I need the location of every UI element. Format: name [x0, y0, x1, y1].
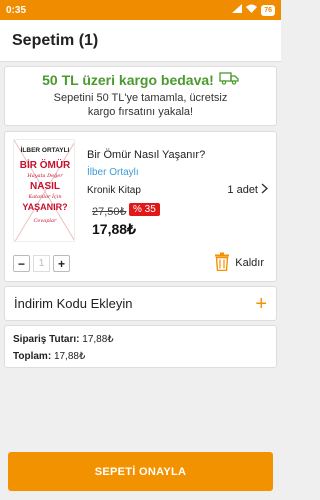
coupon-label: İndirim Kodu Ekleyin	[14, 296, 133, 311]
cover-line-3: NASIL	[30, 181, 60, 192]
grand-total-label: Toplam:	[13, 351, 52, 362]
old-price: 27,50₺	[92, 206, 127, 218]
cover-line-4: Katanlar İçin	[27, 193, 61, 200]
cover-author: İLBER ORTAYLI	[21, 146, 70, 154]
order-total-row: Sipariş Tutarı: 17,88₺	[13, 331, 268, 348]
quantity-text: 1 adet	[227, 184, 258, 196]
quantity-selector[interactable]: 1 adet	[227, 183, 269, 197]
remove-label: Kaldır	[235, 257, 264, 269]
shipping-title: 50 TL üzeri kargo bedava!	[42, 72, 214, 88]
status-time: 0:35	[6, 4, 27, 16]
status-bar: 0:35 76	[0, 0, 281, 20]
quantity-stepper: − 1 +	[13, 255, 70, 272]
product-name[interactable]: Bir Ömür Nasıl Yaşanır?	[87, 149, 205, 161]
order-total-value: 17,88₺	[82, 334, 114, 345]
cart-item: İLBER ORTAYLI BİR ÖMÜR Hayata Değer NASI…	[4, 131, 277, 282]
grand-total-value: 17,88₺	[53, 351, 86, 362]
chevron-right-icon	[261, 183, 269, 197]
product-publisher: Kronik Kitap	[87, 185, 141, 196]
decrease-button[interactable]: −	[13, 255, 30, 272]
truck-icon	[219, 72, 239, 88]
plus-icon: +	[255, 292, 267, 315]
shipping-title-row: 50 TL üzeri kargo bedava!	[5, 72, 276, 88]
quantity-value[interactable]: 1	[33, 255, 50, 272]
cover-line-5: YAŞANIR?	[22, 202, 67, 212]
battery-icon: 76	[261, 4, 275, 16]
wifi-icon	[246, 4, 258, 16]
shipping-message-line-2: kargo fırsatını yakala!	[87, 106, 194, 118]
increase-button[interactable]: +	[53, 255, 70, 272]
discount-badge: % 35	[129, 203, 160, 216]
book-cover-image[interactable]: İLBER ORTAYLI BİR ÖMÜR Hayata Değer NASI…	[13, 139, 75, 242]
page-title: Sepetim (1)	[0, 20, 281, 62]
confirm-cart-button[interactable]: SEPETİ ONAYLA	[8, 452, 273, 491]
trash-icon	[214, 252, 230, 274]
cover-line-1: BİR ÖMÜR	[20, 158, 71, 171]
cover-line-6: Cevaplar	[34, 218, 57, 224]
shipping-message-line-1: Sepetini 50 TL'ye tamamla, ücretsiz	[53, 92, 228, 104]
free-shipping-banner: 50 TL üzeri kargo bedava! Sepetini 50 TL…	[4, 66, 277, 126]
cover-line-2: Hayata Değer	[26, 172, 63, 179]
add-coupon-button[interactable]: İndirim Kodu Ekleyin +	[4, 286, 277, 321]
current-price: 17,88₺	[92, 221, 136, 237]
status-icons: 76	[232, 4, 275, 16]
grand-total-row: Toplam: 17,88₺	[13, 348, 268, 365]
order-total-label: Sipariş Tutarı:	[13, 334, 80, 345]
product-author[interactable]: İlber Ortaylı	[87, 167, 139, 178]
remove-button[interactable]: Kaldır	[214, 252, 264, 274]
order-summary: Sipariş Tutarı: 17,88₺ Toplam: 17,88₺	[4, 325, 277, 368]
signal-icon	[232, 4, 243, 16]
